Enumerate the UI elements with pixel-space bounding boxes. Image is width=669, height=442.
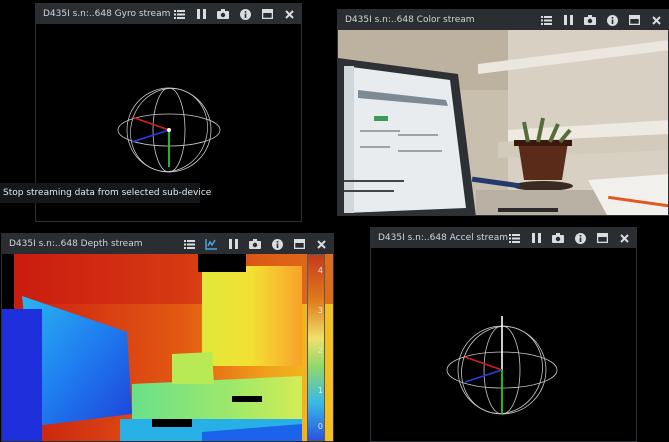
depth-scale-label: 3 bbox=[317, 306, 323, 315]
color-titlebar: D435I s.n:..648 Color stream bbox=[338, 10, 668, 30]
window-icon[interactable] bbox=[293, 238, 305, 250]
depth-scale-label: 0 bbox=[317, 422, 323, 431]
window-icon[interactable] bbox=[261, 8, 273, 20]
color-camera-view bbox=[338, 30, 668, 215]
tooltip: Stop streaming data from selected sub-de… bbox=[0, 183, 211, 203]
info-icon[interactable] bbox=[239, 8, 251, 20]
info-list-icon[interactable] bbox=[540, 14, 552, 26]
window-icon[interactable] bbox=[596, 232, 608, 244]
color-camera-image bbox=[338, 30, 668, 215]
gyro-axis-z bbox=[131, 129, 170, 143]
depth-stream-window: D435I s.n:..648 Depth stream 4 3 2 1 0 bbox=[1, 233, 334, 442]
depth-toolbar bbox=[183, 234, 327, 254]
close-icon[interactable] bbox=[315, 238, 327, 250]
depth-title: D435I s.n:..648 Depth stream bbox=[9, 239, 143, 249]
info-icon[interactable] bbox=[574, 232, 586, 244]
accel-stream-window: D435I s.n:..648 Accel stream bbox=[370, 227, 637, 442]
gyro-titlebar: D435I s.n:..648 Gyro stream bbox=[36, 4, 301, 24]
depth-scale-label: 4 bbox=[317, 266, 323, 275]
pause-icon[interactable] bbox=[227, 238, 239, 250]
depth-map-image bbox=[2, 254, 333, 441]
info-icon[interactable] bbox=[606, 14, 618, 26]
close-icon[interactable] bbox=[650, 14, 662, 26]
camera-icon[interactable] bbox=[552, 232, 564, 244]
pause-icon[interactable] bbox=[530, 232, 542, 244]
accel-axes-visualization bbox=[446, 316, 558, 415]
close-icon[interactable] bbox=[283, 8, 295, 20]
pause-icon[interactable] bbox=[195, 8, 207, 20]
accel-title: D435I s.n:..648 Accel stream bbox=[378, 233, 509, 243]
color-stream-window: D435I s.n:..648 Color stream bbox=[337, 9, 669, 216]
camera-icon[interactable] bbox=[249, 238, 261, 250]
accel-axis-x bbox=[464, 356, 503, 371]
color-toolbar bbox=[540, 10, 662, 30]
pause-icon[interactable] bbox=[562, 14, 574, 26]
info-list-icon[interactable] bbox=[508, 232, 520, 244]
info-icon[interactable] bbox=[271, 238, 283, 250]
metrics-icon[interactable] bbox=[205, 238, 217, 250]
accel-toolbar bbox=[508, 228, 630, 248]
accel-titlebar: D435I s.n:..648 Accel stream bbox=[371, 228, 636, 248]
camera-icon[interactable] bbox=[217, 8, 229, 20]
depth-scale-label: 2 bbox=[317, 346, 323, 355]
accel-axis-z bbox=[464, 369, 503, 383]
gyro-axis-x bbox=[131, 116, 170, 131]
info-list-icon[interactable] bbox=[173, 8, 185, 20]
camera-icon[interactable] bbox=[584, 14, 596, 26]
depth-titlebar: D435I s.n:..648 Depth stream bbox=[2, 234, 333, 254]
gyro-toolbar bbox=[173, 4, 295, 24]
depth-view: 4 3 2 1 0 bbox=[2, 254, 333, 441]
info-list-icon[interactable] bbox=[183, 238, 195, 250]
accel-view bbox=[371, 248, 636, 441]
window-icon[interactable] bbox=[628, 14, 640, 26]
depth-scale-label: 1 bbox=[317, 386, 323, 395]
gyro-title: D435I s.n:..648 Gyro stream bbox=[43, 9, 171, 19]
close-icon[interactable] bbox=[618, 232, 630, 244]
color-title: D435I s.n:..648 Color stream bbox=[345, 15, 475, 25]
